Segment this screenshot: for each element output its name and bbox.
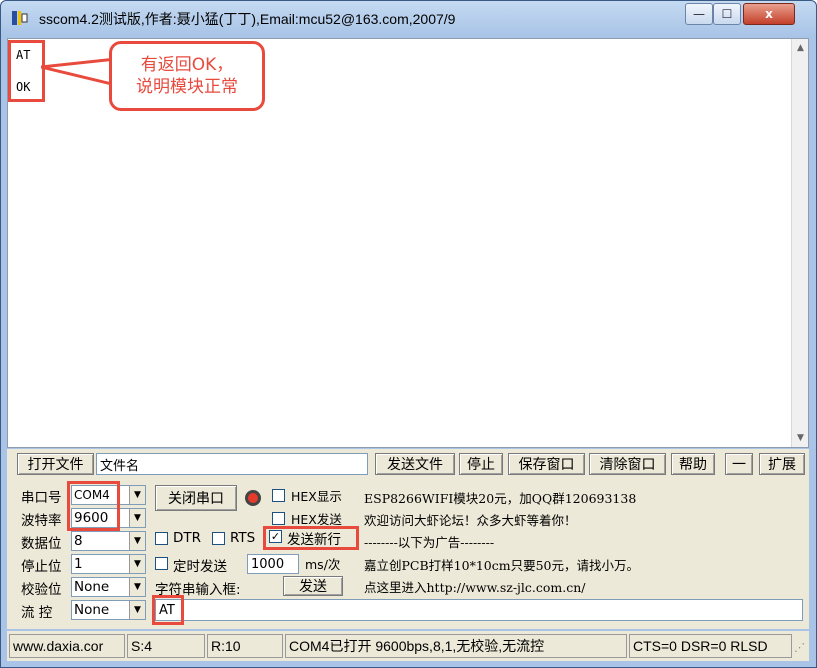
vertical-scrollbar[interactable]: ▲ ▼	[791, 39, 808, 447]
stop-bits-value: 1	[74, 556, 83, 572]
dtr-checkbox[interactable]	[155, 532, 168, 545]
data-bits-value: 8	[74, 533, 83, 549]
highlight-box-port-baud	[67, 481, 120, 531]
open-file-button[interactable]: 打开文件	[17, 453, 94, 475]
send-file-button[interactable]: 发送文件	[375, 453, 455, 475]
hex-display-label: HEX显示	[291, 489, 342, 504]
interval-unit-label: ms/次	[305, 557, 341, 572]
highlight-box-input	[152, 595, 184, 625]
chevron-down-icon[interactable]: ▼	[129, 555, 145, 573]
ad-link[interactable]: 点这里进入http://www.sz-jlc.com.cn/	[364, 577, 586, 596]
parity-select[interactable]: None ▼	[71, 577, 146, 597]
flow-select[interactable]: None ▼	[71, 600, 146, 620]
rts-checkbox[interactable]	[212, 532, 225, 545]
parity-label: 校验位	[21, 582, 62, 598]
data-bits-label: 数据位	[21, 536, 62, 552]
status-bar: www.daxia.cor S:4 R:10 COM4已打开 9600bps,8…	[7, 631, 809, 661]
collapse-button[interactable]: 一	[725, 453, 753, 475]
chevron-down-icon[interactable]: ▼	[129, 578, 145, 596]
close-button[interactable]: x	[743, 3, 795, 25]
stop-bits-select[interactable]: 1 ▼	[71, 554, 146, 574]
scroll-up-icon[interactable]: ▲	[792, 39, 809, 56]
window-title: sscom4.2测试版,作者:聂小猛(丁丁),Email:mcu52@163.c…	[39, 11, 456, 27]
status-sent-count: S:4	[127, 634, 205, 658]
callout-pointer	[41, 57, 116, 87]
baud-label: 波特率	[21, 513, 62, 529]
chevron-down-icon[interactable]: ▼	[129, 532, 145, 550]
minimize-button[interactable]: —	[685, 3, 713, 25]
port-status-led-icon	[245, 490, 261, 506]
save-window-button[interactable]: 保存窗口	[508, 453, 585, 475]
expand-button[interactable]: 扩展	[759, 453, 805, 475]
annotation-callout: 有返回OK， 说明模块正常	[109, 41, 265, 111]
maximize-button[interactable]: ☐	[713, 3, 741, 25]
control-panel: 打开文件 文件名 发送文件 停止 保存窗口 清除窗口 帮助 一 扩展 串口号 C…	[7, 449, 809, 629]
ad-line: 欢迎访问大虾论坛！众多大虾等着你！	[364, 513, 577, 528]
flow-value: None	[74, 602, 110, 618]
app-window: sscom4.2测试版,作者:聂小猛(丁丁),Email:mcu52@163.c…	[0, 0, 817, 668]
chevron-down-icon[interactable]: ▼	[129, 486, 145, 504]
dtr-label: DTR	[173, 530, 202, 546]
annotation-line: 有返回OK，	[140, 55, 234, 75]
interval-input[interactable]: 1000	[247, 554, 299, 574]
timed-send-label: 定时发送	[173, 559, 227, 575]
data-bits-select[interactable]: 8 ▼	[71, 531, 146, 551]
help-button[interactable]: 帮助	[671, 453, 715, 475]
stop-bits-label: 停止位	[21, 559, 62, 575]
filename-input[interactable]: 文件名	[96, 453, 368, 475]
status-site: www.daxia.cor	[9, 634, 125, 658]
resize-grip-icon[interactable]: ⋰	[794, 641, 806, 657]
app-icon	[12, 11, 28, 25]
scroll-down-icon[interactable]: ▼	[792, 429, 809, 446]
send-button[interactable]: 发送	[283, 576, 343, 596]
annotation-line: 说明模块正常	[136, 77, 238, 97]
status-received-count: R:10	[207, 634, 283, 658]
chevron-down-icon[interactable]: ▼	[129, 601, 145, 619]
ad-line: ESP8266WIFI模块20元，加QQ群120693138	[364, 491, 637, 506]
clear-window-button[interactable]: 清除窗口	[589, 453, 666, 475]
close-port-button[interactable]: 关闭串口	[155, 485, 237, 511]
timed-send-checkbox[interactable]	[155, 557, 168, 570]
send-input[interactable]: AT	[155, 599, 803, 621]
ad-line: --------以下为广告--------	[364, 535, 495, 550]
title-bar[interactable]: sscom4.2测试版,作者:聂小猛(丁丁),Email:mcu52@163.c…	[1, 1, 816, 37]
parity-value: None	[74, 579, 110, 595]
status-port-state: COM4已打开 9600bps,8,1,无校验,无流控	[285, 634, 627, 658]
rts-label: RTS	[230, 530, 256, 546]
chevron-down-icon[interactable]: ▼	[129, 509, 145, 527]
stop-button[interactable]: 停止	[459, 453, 503, 475]
flow-label: 流 控	[21, 605, 53, 621]
highlight-box-newline	[263, 526, 359, 550]
ad-line[interactable]: 嘉立创PCB打样10*10cm只要50元，请找小万。	[364, 555, 639, 574]
highlight-box-received	[8, 40, 45, 102]
status-signals: CTS=0 DSR=0 RLSD	[629, 634, 792, 658]
hex-display-checkbox[interactable]	[272, 489, 285, 502]
port-label: 串口号	[21, 490, 62, 506]
hex-send-checkbox[interactable]	[272, 512, 285, 525]
